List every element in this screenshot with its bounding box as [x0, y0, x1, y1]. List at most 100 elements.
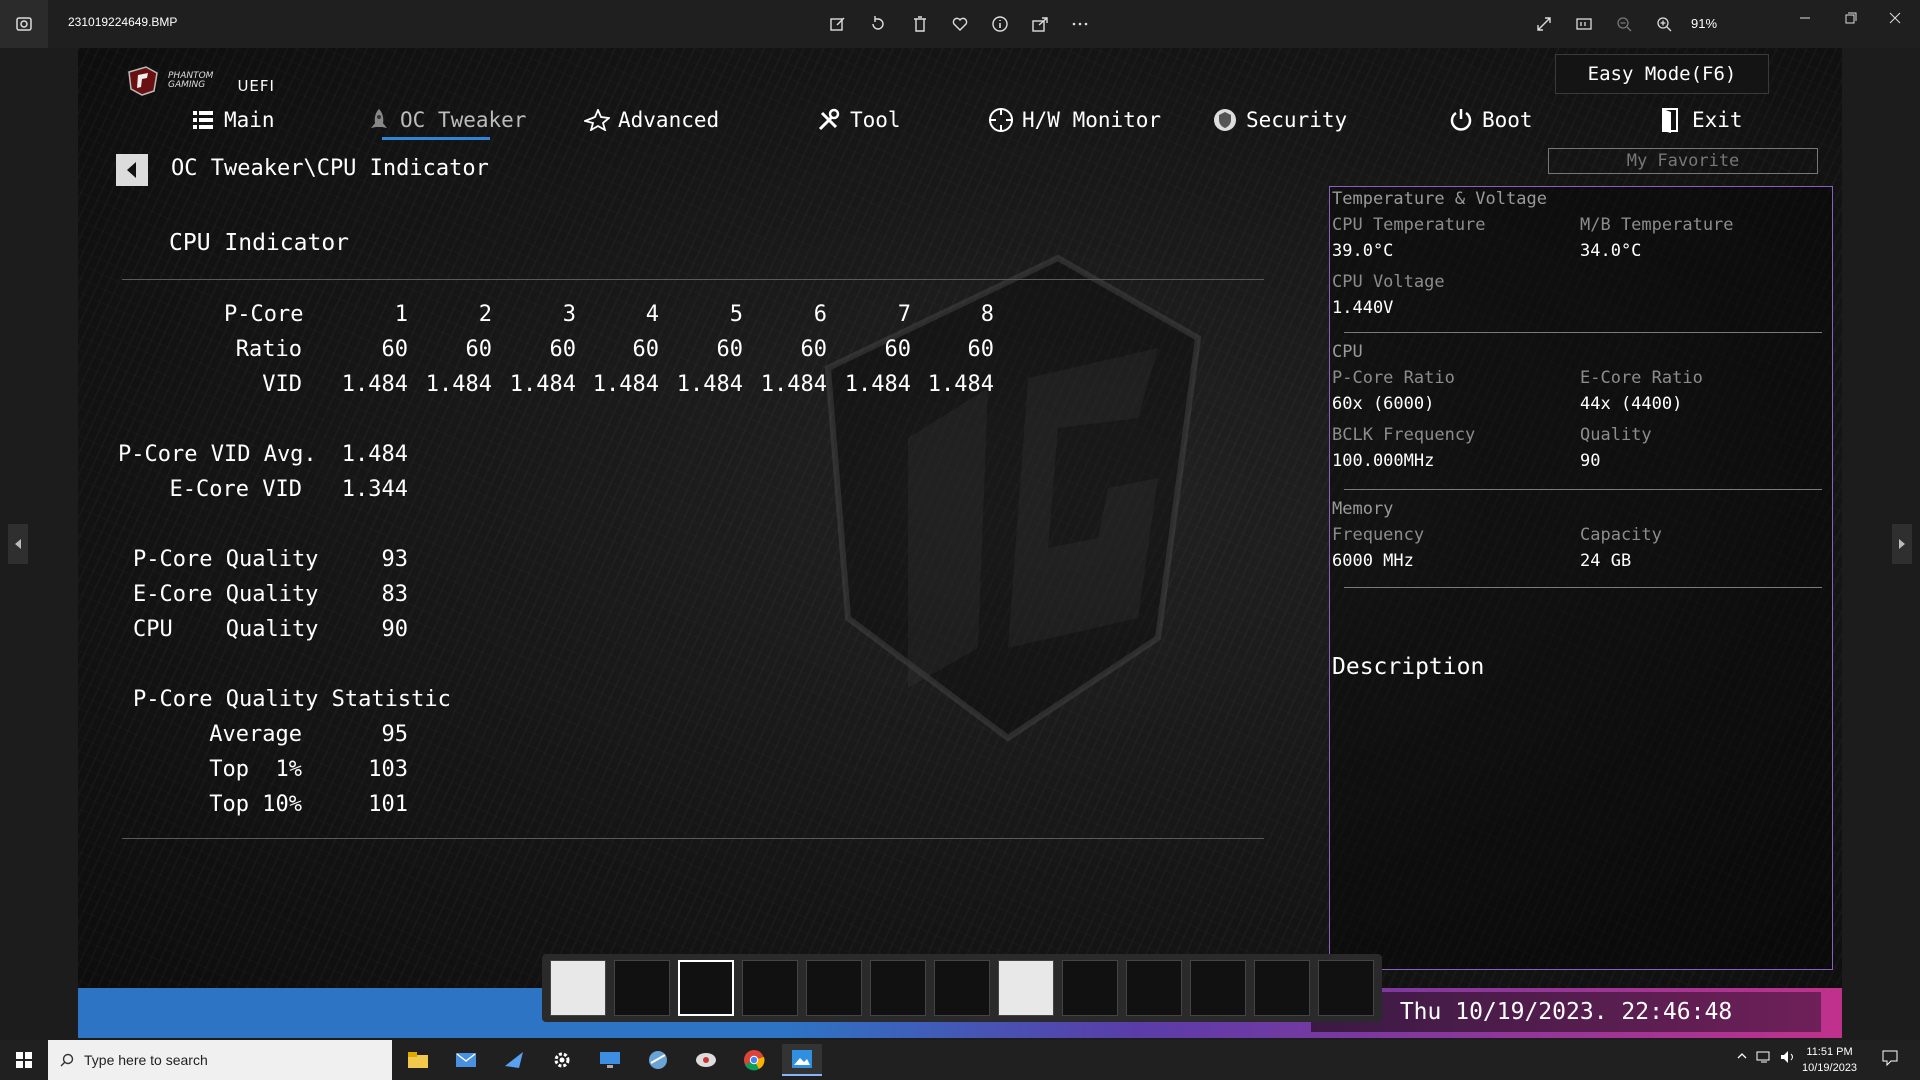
cpu-quality-label: CPU Quality	[133, 617, 319, 642]
description-heading: Description	[1332, 654, 1485, 680]
network-icon[interactable]	[1756, 1050, 1772, 1067]
average-value: 95	[381, 722, 409, 747]
core-vid-value: 1.484	[509, 372, 576, 397]
nav-main[interactable]: Main	[190, 102, 275, 138]
core-vid-value: 1.484	[592, 372, 659, 397]
zoom-in-icon[interactable]	[1652, 12, 1676, 36]
ecore-vid-label: E-Core VID	[169, 477, 302, 502]
edit-image-icon[interactable]	[826, 12, 850, 36]
taskbar-search-box[interactable]: Type here to search	[48, 1040, 392, 1080]
list-menu-icon	[190, 107, 216, 133]
nav-exit-label: Exit	[1692, 108, 1743, 132]
brand-line-2: GAMING	[168, 80, 206, 90]
file-explorer-icon[interactable]	[398, 1044, 438, 1076]
cpu-temp-value: 39.0°C	[1332, 241, 1394, 261]
chrome-browser-icon[interactable]	[734, 1044, 774, 1076]
minimize-icon[interactable]	[1790, 8, 1820, 28]
nav-tool[interactable]: Tool	[816, 102, 901, 138]
taskbar-date: 10/19/2023	[1802, 1062, 1858, 1074]
filmstrip-thumbnail[interactable]	[934, 960, 990, 1016]
crosshair-monitor-icon	[988, 107, 1014, 133]
nav-security-label: Security	[1246, 108, 1348, 132]
filmstrip-thumbnail[interactable]	[1254, 960, 1310, 1016]
easy-mode-button[interactable]: Easy Mode(F6)	[1555, 54, 1769, 94]
pcore-ratio-value: 60x (6000)	[1332, 394, 1435, 414]
share-icon[interactable]	[1028, 12, 1052, 36]
next-image-arrow-icon[interactable]	[1892, 524, 1912, 564]
rotate-icon[interactable]	[866, 12, 890, 36]
close-icon[interactable]	[1880, 8, 1910, 28]
ecore-quality-label: E-Core Quality	[133, 582, 319, 607]
filmstrip-thumbnail[interactable]	[1062, 960, 1118, 1016]
core-number: 3	[562, 302, 576, 327]
wrench-screwdriver-icon	[816, 107, 842, 133]
previous-image-arrow-icon[interactable]	[8, 524, 28, 564]
start-button[interactable]	[0, 1040, 48, 1080]
nav-boot[interactable]: Boot	[1448, 102, 1533, 138]
photos-taskbar-icon[interactable]	[782, 1044, 822, 1076]
nav-boot-label: Boot	[1482, 108, 1533, 132]
ecore-vid-value: 1.344	[341, 477, 408, 502]
core-ratio-value: 60	[967, 337, 995, 362]
nav-main-label: Main	[224, 108, 275, 132]
ecore-quality-value: 83	[381, 582, 409, 607]
app-icon[interactable]	[686, 1044, 726, 1076]
restore-icon[interactable]	[1836, 8, 1866, 28]
ecore-ratio-value: 44x (4400)	[1580, 394, 1683, 414]
core-number: 2	[478, 302, 492, 327]
actual-size-icon[interactable]	[1572, 12, 1596, 36]
nav-hw-monitor-label: H/W Monitor	[1022, 108, 1162, 132]
top-1-percent-label: Top 1%	[209, 757, 302, 782]
nav-advanced[interactable]: Advanced	[584, 102, 719, 138]
nav-tool-label: Tool	[850, 108, 901, 132]
fullscreen-icon[interactable]	[1532, 12, 1556, 36]
photos-title-bar: 231019224649.BMP 91%	[0, 0, 1920, 48]
filmstrip-thumbnail-selected[interactable]	[678, 960, 734, 1016]
star-icon	[584, 107, 610, 133]
settings-gear-icon[interactable]	[542, 1044, 582, 1076]
pcore-quality-label: P-Core Quality	[133, 547, 319, 572]
nav-exit[interactable]: Exit	[1658, 102, 1743, 138]
file-name: 231019224649.BMP	[68, 15, 178, 29]
taskbar-clock[interactable]: 11:51 PM 10/19/2023	[1802, 1044, 1857, 1076]
app-icon[interactable]	[494, 1044, 534, 1076]
favorite-heart-icon[interactable]	[948, 12, 972, 36]
my-favorite-button[interactable]: My Favorite	[1548, 148, 1818, 174]
filmstrip-thumbnail[interactable]	[550, 960, 606, 1016]
core-number: 8	[980, 302, 994, 327]
top-10-percent-label: Top 10%	[209, 792, 302, 817]
cpu-voltage-label: CPU Voltage	[1332, 272, 1445, 292]
back-button[interactable]	[116, 154, 148, 186]
filmstrip-thumbnail[interactable]	[1126, 960, 1182, 1016]
bclk-label: BCLK Frequency	[1332, 425, 1476, 445]
filmstrip-thumbnail[interactable]	[742, 960, 798, 1016]
nav-security[interactable]: Security	[1212, 102, 1347, 138]
zoom-level[interactable]: 91%	[1691, 16, 1717, 31]
temp-voltage-header: Temperature & Voltage	[1332, 189, 1547, 209]
filmstrip-thumbnail[interactable]	[1190, 960, 1246, 1016]
notifications-icon[interactable]	[1882, 1050, 1898, 1069]
core-ratio-value: 60	[884, 337, 912, 362]
delete-icon[interactable]	[908, 12, 932, 36]
top-10-percent-value: 101	[368, 792, 408, 817]
power-icon	[1448, 107, 1474, 133]
zoom-out-icon[interactable]	[1612, 12, 1636, 36]
nav-hw-monitor[interactable]: H/W Monitor	[988, 102, 1161, 138]
divider	[1344, 489, 1822, 490]
show-hidden-icons-chevron-icon[interactable]	[1736, 1050, 1748, 1065]
pcore-quality-value: 93	[381, 547, 409, 572]
remote-desktop-icon[interactable]	[590, 1044, 630, 1076]
filmstrip-thumbnail[interactable]	[870, 960, 926, 1016]
nav-oc-tweaker[interactable]: OC Tweaker	[366, 102, 526, 138]
filmstrip-thumbnail[interactable]	[614, 960, 670, 1016]
filmstrip-thumbnail[interactable]	[1318, 960, 1374, 1016]
more-options-icon[interactable]	[1068, 12, 1092, 36]
filmstrip-thumbnail[interactable]	[998, 960, 1054, 1016]
volume-icon[interactable]	[1780, 1050, 1796, 1067]
info-icon[interactable]	[988, 12, 1012, 36]
filmstrip-thumbnail[interactable]	[806, 960, 862, 1016]
divider	[122, 838, 1264, 839]
nav-oc-tweaker-label: OC Tweaker	[400, 108, 527, 132]
app-icon[interactable]	[638, 1044, 678, 1076]
mail-app-icon[interactable]	[446, 1044, 486, 1076]
